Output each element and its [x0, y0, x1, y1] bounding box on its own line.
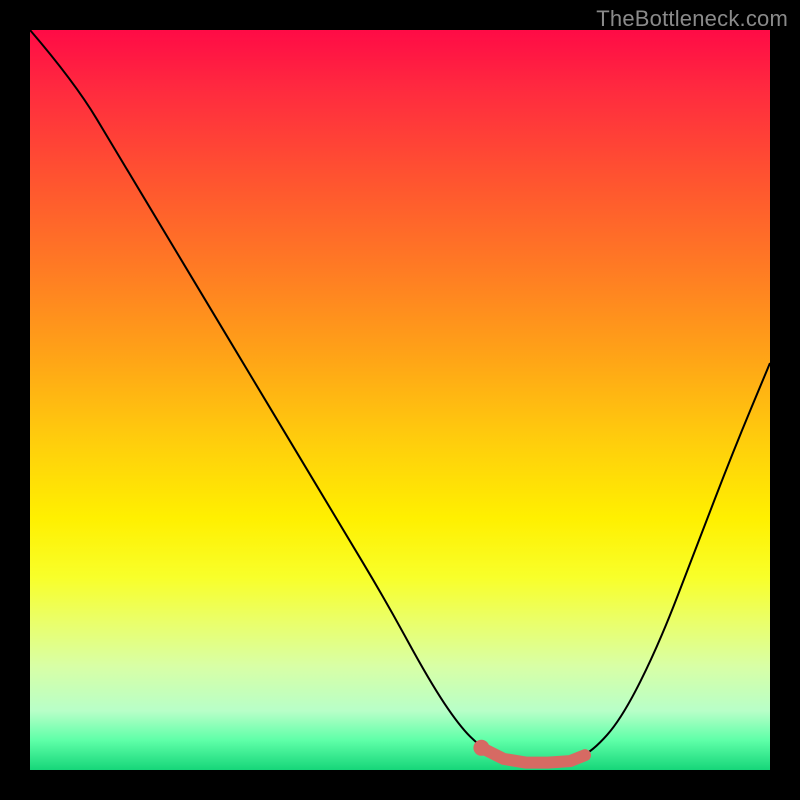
plot-area — [30, 30, 770, 770]
curve-svg — [30, 30, 770, 770]
optimal-region-start-dot — [473, 740, 489, 756]
watermark-text: TheBottleneck.com — [596, 6, 788, 32]
bottleneck-curve — [30, 30, 770, 763]
optimal-region-highlight — [481, 748, 585, 763]
chart-frame: TheBottleneck.com — [0, 0, 800, 800]
